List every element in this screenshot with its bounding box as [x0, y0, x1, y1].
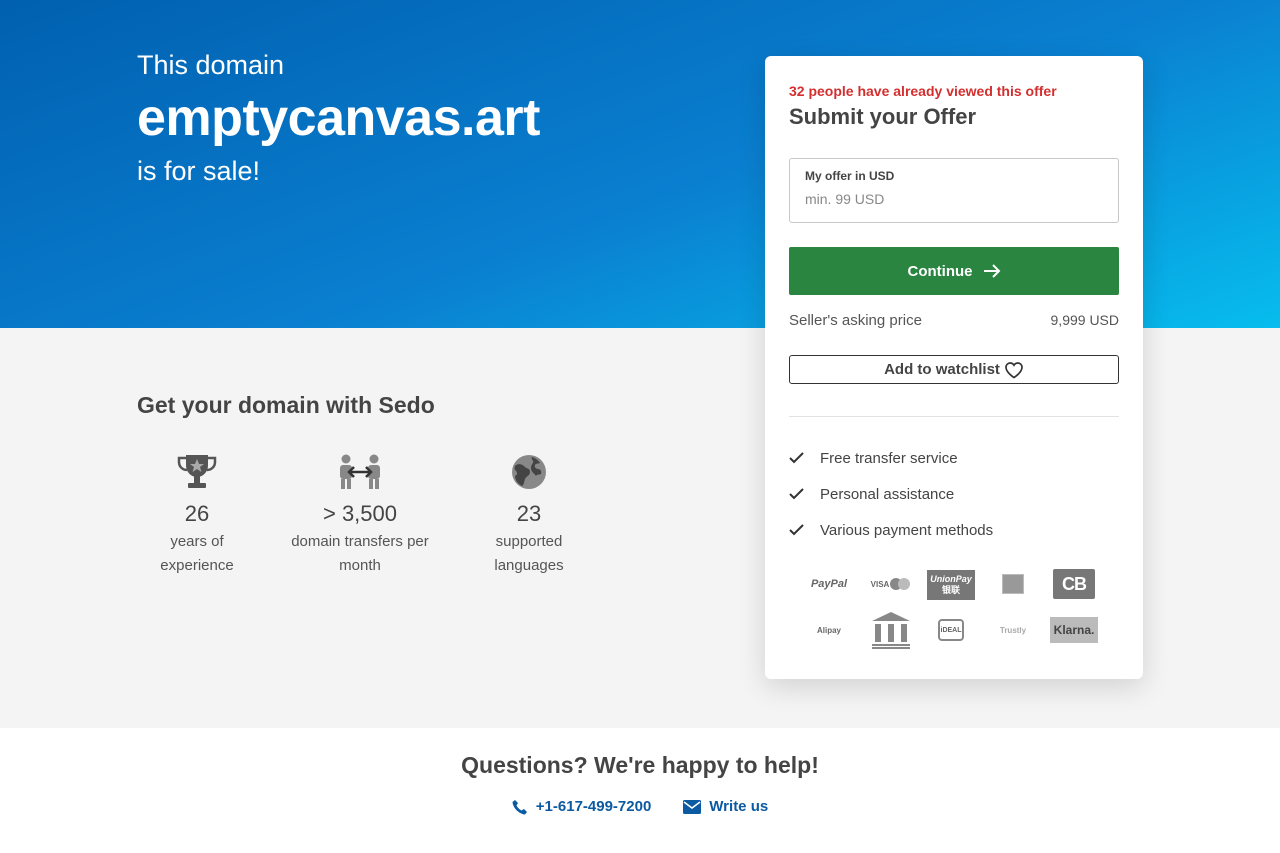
cb-logo: CB	[1053, 569, 1095, 599]
benefit-item: Free transfer service	[789, 440, 993, 476]
envelope-icon	[683, 799, 702, 814]
feature-label: domain transfers per month	[291, 533, 429, 574]
benefits-list: Free transfer service Personal assistanc…	[789, 440, 993, 548]
feature-number: > 3,500	[322, 501, 397, 526]
trophy-icon	[127, 452, 267, 492]
checkmark-icon	[789, 488, 820, 500]
asking-price-label: Seller's asking price	[789, 312, 922, 329]
phone-icon	[512, 799, 527, 814]
ideal-logo: iDEAL	[921, 614, 981, 646]
unionpay-logo: UnionPay 银联	[927, 570, 975, 600]
contact-links: +1-617-499-7200 Write us	[0, 798, 1280, 815]
watchlist-label: Add to watchlist	[884, 361, 1000, 378]
paypal-logo: PayPal	[810, 578, 848, 590]
trustly-logo: Trustly	[999, 625, 1027, 635]
offer-input-label: My offer in USD	[805, 169, 895, 183]
continue-button[interactable]: Continue	[789, 247, 1119, 295]
offer-card: 32 people have already viewed this offer…	[765, 56, 1143, 679]
benefit-text: Free transfer service	[820, 449, 958, 467]
bank-icon	[861, 609, 921, 651]
divider	[789, 416, 1119, 417]
offer-title: Submit your Offer	[789, 104, 977, 129]
feature-languages: 23 supported languages	[469, 452, 589, 578]
asking-price-value: 9,999 USD	[1050, 312, 1119, 328]
alipay-logo: Alipay	[816, 625, 841, 635]
benefit-item: Personal assistance	[789, 476, 993, 512]
feature-label: supported languages	[494, 533, 564, 574]
views-notice: 32 people have already viewed this offer	[789, 83, 1057, 99]
features-title: Get your domain with Sedo	[137, 392, 435, 418]
feature-number: 26	[184, 501, 210, 526]
klarna-logo: Klarna.	[1050, 617, 1098, 643]
phone-link[interactable]: +1-617-499-7200	[512, 798, 652, 815]
asking-price-row: Seller's asking price 9,999 USD	[789, 312, 1119, 329]
hero-pre-text: This domain	[137, 50, 285, 80]
help-title: Questions? We're happy to help!	[461, 752, 819, 778]
offer-input[interactable]	[805, 191, 1105, 207]
amex-logo	[983, 568, 1043, 600]
checkmark-icon	[789, 524, 820, 536]
heart-icon	[1005, 361, 1023, 379]
benefit-item: Various payment methods	[789, 512, 993, 548]
globe-icon	[469, 452, 589, 492]
hero-post-text: is for sale!	[137, 156, 261, 186]
domain-name: emptycanvas.art	[137, 89, 540, 147]
write-us-link[interactable]: Write us	[683, 798, 768, 815]
hero-text: This domain emptycanvas.art is for sale!	[137, 48, 540, 188]
feature-number: 23	[516, 501, 542, 526]
feature-transfers: > 3,500 domain transfers per month	[285, 452, 435, 578]
mastercard-icon	[890, 578, 911, 590]
continue-label: Continue	[907, 262, 973, 280]
checkmark-icon	[789, 452, 820, 464]
add-to-watchlist-button[interactable]: Add to watchlist	[789, 355, 1119, 384]
benefit-text: Various payment methods	[820, 521, 994, 539]
feature-label: years of experience	[160, 533, 234, 574]
offer-field[interactable]: My offer in USD	[789, 158, 1119, 223]
write-us-label: Write us	[709, 798, 769, 815]
arrow-right-icon	[983, 264, 1000, 278]
feature-experience: 26 years of experience	[127, 452, 267, 578]
phone-number: +1-617-499-7200	[535, 798, 652, 815]
transfer-icon	[285, 452, 435, 492]
visa-mastercard-logo: VISA	[861, 568, 921, 600]
benefit-text: Personal assistance	[820, 485, 955, 503]
